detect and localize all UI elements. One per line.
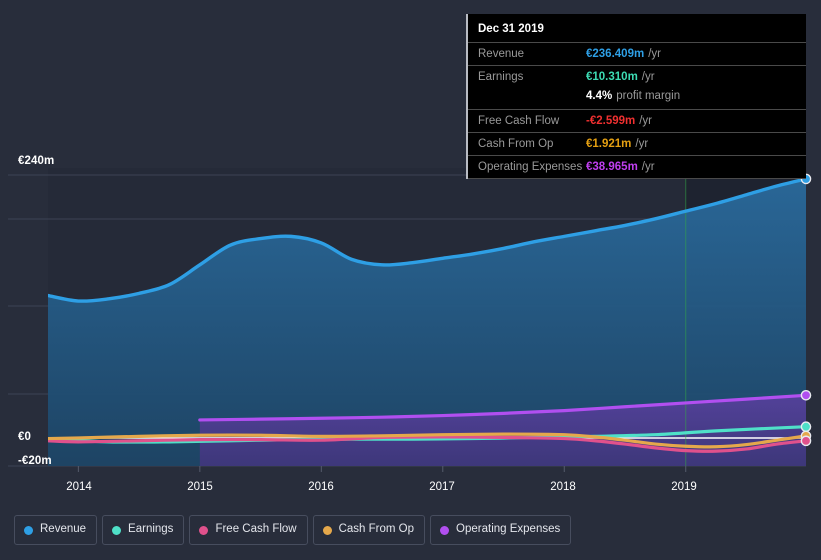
legend-label-earnings: Earnings: [128, 523, 174, 536]
tooltip-label-revenue: Revenue: [478, 48, 525, 60]
tooltip-row-revenue: Revenue €236.409m /yr: [468, 42, 806, 65]
legend-item-revenue[interactable]: Revenue: [14, 515, 98, 545]
tooltip-value-profit-margin: 4.4%: [586, 90, 613, 102]
legend-label-operating-expenses: Operating Expenses: [456, 523, 561, 536]
tooltip-unit-free-cash-flow: /yr: [639, 115, 653, 127]
legend-item-cash-from-op[interactable]: Cash From Op: [312, 515, 426, 545]
y-axis-label-top: €240m: [18, 155, 55, 167]
chart-legend: Revenue Earnings Free Cash Flow Cash Fro…: [14, 515, 572, 545]
x-axis-tick-2019: 2019: [671, 481, 697, 493]
legend-label-cash-from-op: Cash From Op: [338, 523, 415, 536]
tooltip-row-profit-margin: 4.4% profit margin: [468, 88, 806, 109]
x-axis-tick-2014: 2014: [66, 481, 92, 493]
legend-item-earnings[interactable]: Earnings: [102, 515, 185, 545]
y-axis-label-zero: €0: [18, 431, 31, 443]
x-axis-tick-2017: 2017: [429, 481, 455, 493]
tooltip-value-cash-from-op: €1.921m: [586, 138, 632, 150]
tooltip-row-operating-expenses: Operating Expenses €38.965m /yr: [468, 155, 806, 178]
tooltip-label-free-cash-flow: Free Cash Flow: [478, 115, 560, 127]
legend-dot-free-cash-flow-icon: [199, 525, 209, 535]
y-axis-label-bottom: -€20m: [18, 455, 52, 467]
legend-dot-cash-from-op-icon: [322, 525, 332, 535]
tooltip-label-operating-expenses: Operating Expenses: [478, 161, 583, 173]
tooltip-title: Dec 31 2019: [478, 23, 544, 35]
legend-label-free-cash-flow: Free Cash Flow: [215, 523, 297, 536]
legend-dot-operating-expenses-icon: [440, 525, 450, 535]
end-marker-free-cash-flow: [800, 435, 812, 447]
x-axis-tick-2018: 2018: [550, 481, 576, 493]
legend-label-revenue: Revenue: [40, 523, 87, 536]
tooltip-value-earnings: €10.310m: [586, 71, 638, 83]
legend-item-free-cash-flow[interactable]: Free Cash Flow: [189, 515, 308, 545]
tooltip-unit-earnings: /yr: [641, 71, 655, 83]
tooltip-value-operating-expenses: €38.965m: [586, 161, 638, 173]
legend-dot-revenue-icon: [24, 525, 33, 535]
tooltip-value-revenue: €236.409m: [586, 48, 645, 60]
tooltip-unit-operating-expenses: /yr: [641, 161, 655, 173]
chart-layers: [8, 168, 812, 472]
legend-item-operating-expenses[interactable]: Operating Expenses: [430, 515, 572, 545]
x-axis-tick-2016: 2016: [308, 481, 334, 493]
tooltip-label-earnings: Earnings: [478, 71, 524, 83]
x-axis-tick-2015: 2015: [187, 481, 213, 493]
tooltip-sublabel-profit-margin: profit margin: [616, 90, 681, 102]
tooltip-row-free-cash-flow: Free Cash Flow -€2.599m /yr: [468, 109, 806, 132]
data-point-tooltip: Dec 31 2019 Revenue €236.409m /yr Earnin…: [466, 14, 806, 179]
end-marker-earnings: [800, 421, 812, 433]
tooltip-unit-cash-from-op: /yr: [635, 138, 649, 150]
end-marker-operating-expenses: [800, 390, 812, 401]
tooltip-value-free-cash-flow: -€2.599m: [586, 115, 636, 127]
tooltip-row-earnings: Earnings €10.310m /yr: [468, 65, 806, 88]
tooltip-bottom-divider: [468, 178, 806, 179]
financial-performance-chart: €240m €0 -€20m 2014 2015 2016 2017 2018 …: [0, 0, 821, 560]
tooltip-label-cash-from-op: Cash From Op: [478, 138, 554, 150]
tooltip-row-cash-from-op: Cash From Op €1.921m /yr: [468, 132, 806, 155]
tooltip-unit-revenue: /yr: [648, 48, 661, 60]
legend-dot-earnings-icon: [112, 525, 122, 535]
